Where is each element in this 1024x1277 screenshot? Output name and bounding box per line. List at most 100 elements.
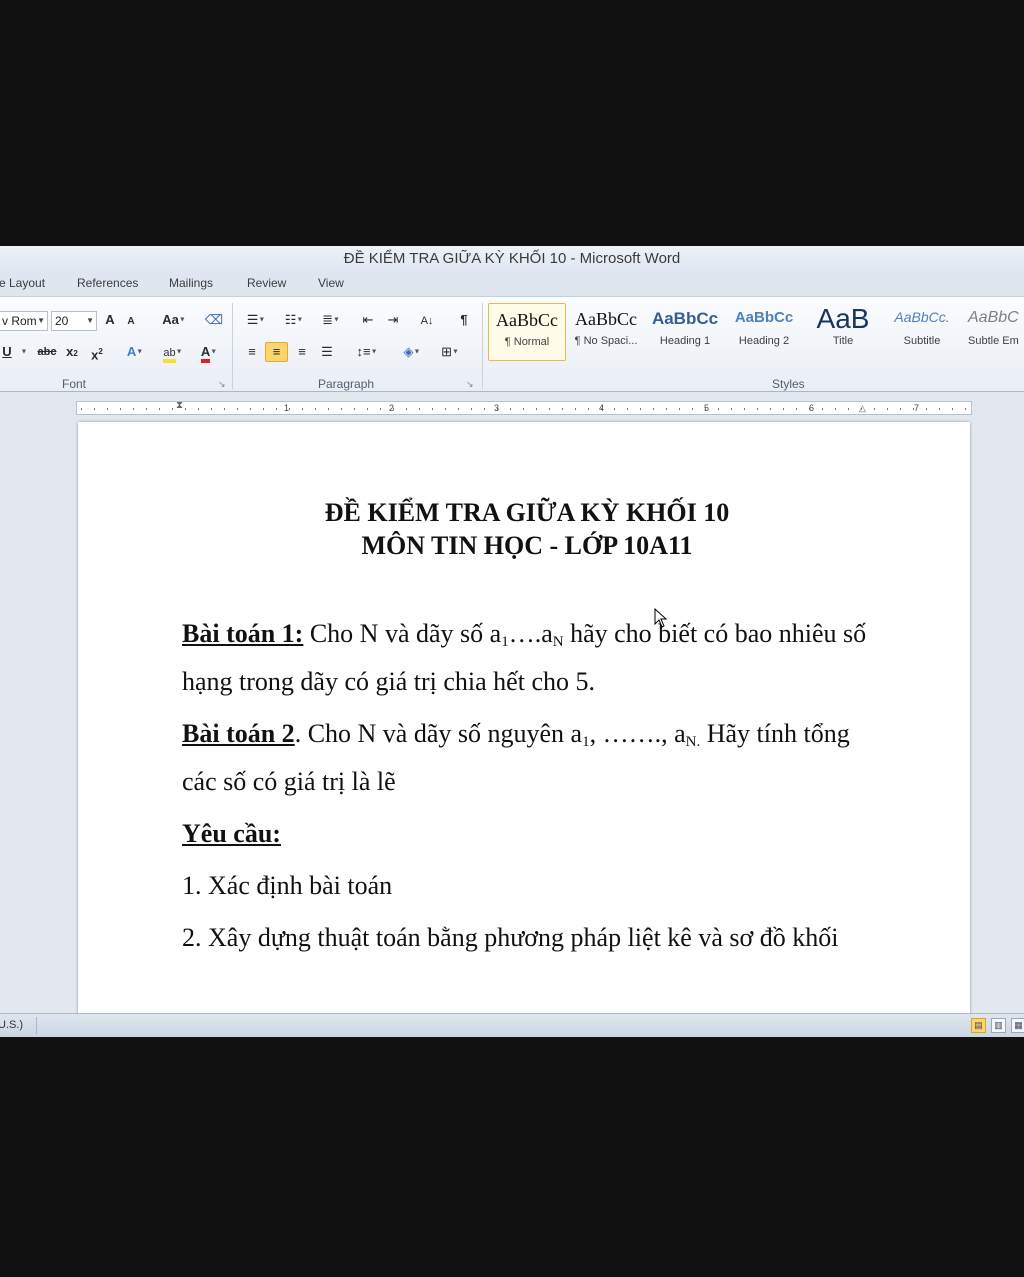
- bullets-button[interactable]: ☰▼: [240, 311, 272, 331]
- ruler-tick: [94, 408, 95, 410]
- line-spacing-icon: ↕≡: [356, 344, 371, 359]
- ruler-tick: [432, 408, 433, 410]
- status-divider: [36, 1017, 37, 1034]
- document-page[interactable]: ĐỀ KIỂM TRA GIỮA KỲ KHỐI 10 MÔN TIN HỌC …: [78, 422, 970, 1022]
- problem-2-paragraph: Bài toán 2. Cho N và dãy số nguyên a1, ……: [182, 719, 850, 796]
- font-color-button[interactable]: A▼: [194, 343, 224, 363]
- subscript-button[interactable]: x2: [63, 343, 81, 363]
- ruler-tick: [146, 408, 147, 410]
- requirements-heading: Yêu cầu:: [182, 819, 281, 848]
- style-heading-1[interactable]: AaBbCc Heading 1: [646, 303, 724, 361]
- tab-mailings[interactable]: Mailings: [169, 276, 213, 290]
- ruler-tick: [211, 408, 212, 410]
- tab-page-layout[interactable]: e Layout: [0, 276, 45, 290]
- doc-title-line-2: MÔN TIN HỌC - LỚP 10A11: [361, 531, 693, 560]
- borders-button[interactable]: ⊞▼: [434, 343, 466, 363]
- shading-button[interactable]: ◈▼: [396, 343, 428, 363]
- style-subtitle[interactable]: AaBbCc. Subtitle: [883, 303, 961, 361]
- font-size-value: 20: [55, 314, 69, 328]
- styles-group-label: Styles: [772, 377, 805, 391]
- numbering-button[interactable]: ☷▼: [278, 311, 310, 331]
- ruler-tick: [510, 408, 511, 410]
- ruler-tick: [315, 408, 316, 410]
- print-layout-view-icon[interactable]: ▤: [971, 1018, 986, 1033]
- ruler-tick: [81, 408, 82, 410]
- align-left-icon: ≡: [248, 344, 256, 359]
- style-normal[interactable]: AaBbCc ¶ Normal: [488, 303, 566, 361]
- tab-review[interactable]: Review: [247, 276, 286, 290]
- clear-format-icon[interactable]: ⌫: [204, 311, 224, 331]
- font-name-combo[interactable]: v Rom ▼: [0, 311, 48, 331]
- ruler-tick: [458, 408, 459, 410]
- tab-view[interactable]: View: [318, 276, 344, 290]
- superscript-button[interactable]: x2: [88, 343, 106, 363]
- align-right-button[interactable]: ≡: [292, 343, 312, 363]
- problem-1-label: Bài toán 1:: [182, 619, 304, 648]
- indent-marker-icon[interactable]: ⧗: [176, 400, 183, 411]
- web-layout-view-icon[interactable]: ▦: [1011, 1018, 1024, 1033]
- ruler-tick: [341, 408, 342, 410]
- justify-button[interactable]: ☰: [317, 343, 337, 363]
- grow-font-button[interactable]: A: [102, 311, 118, 331]
- ruler-tick: [419, 408, 420, 410]
- ruler-number: 5: [704, 403, 710, 413]
- ruler-number: 4: [599, 403, 605, 413]
- ruler-tick: [588, 408, 589, 410]
- multilevel-list-button[interactable]: ≣▼: [316, 311, 346, 331]
- highlight-color-button[interactable]: ab▼: [156, 343, 190, 363]
- sort-icon: A↓: [420, 315, 434, 327]
- ruler-tick: [536, 408, 537, 410]
- group-divider: [482, 303, 483, 389]
- ruler-tick: [939, 408, 940, 410]
- ruler-tick: [822, 408, 823, 410]
- ruler-tick: [627, 408, 628, 410]
- align-center-button[interactable]: ≡: [265, 342, 288, 362]
- shrink-font-button[interactable]: A: [124, 313, 138, 333]
- ruler-number: 2: [389, 403, 395, 413]
- ruler-tick: [523, 408, 524, 410]
- sort-button[interactable]: A↓: [416, 311, 438, 331]
- change-case-button[interactable]: Aa▼: [160, 311, 188, 331]
- style-no-spacing[interactable]: AaBbCc ¶ No Spaci...: [567, 303, 645, 361]
- right-indent-marker-icon[interactable]: △: [859, 403, 866, 414]
- ruler-tick: [120, 408, 121, 410]
- chevron-down-icon: ▼: [86, 316, 94, 325]
- justify-icon: ☰: [321, 344, 333, 359]
- ruler-tick: [848, 408, 849, 410]
- ruler-tick: [198, 408, 199, 410]
- numbered-list-icon: ☷: [284, 312, 297, 327]
- show-formatting-button[interactable]: ¶: [454, 311, 474, 331]
- strikethrough-button[interactable]: abc: [36, 343, 58, 363]
- font-group-label: Font: [62, 377, 87, 391]
- ruler-tick: [549, 408, 550, 410]
- full-screen-reading-view-icon[interactable]: ▥: [991, 1018, 1006, 1033]
- ruler-tick: [237, 408, 238, 410]
- chevron-down-icon[interactable]: ▼: [19, 343, 29, 363]
- text-effects-button[interactable]: A▼: [122, 343, 148, 363]
- font-dialog-launcher-icon[interactable]: ↘: [218, 379, 226, 390]
- tab-references[interactable]: References: [77, 276, 138, 290]
- ruler-tick: [289, 408, 290, 410]
- ruler-tick: [367, 408, 368, 410]
- ruler-tick: [666, 408, 667, 410]
- style-subtle-emphasis[interactable]: AaBbC Subtle Em: [962, 303, 1024, 361]
- language-status[interactable]: U.S.): [0, 1019, 23, 1031]
- style-title[interactable]: AaB Title: [804, 303, 882, 361]
- ruler-tick: [692, 408, 693, 410]
- problem-2-label: Bài toán 2: [182, 719, 295, 748]
- font-size-combo[interactable]: 20 ▼: [51, 311, 97, 331]
- ruler-tick: [640, 408, 641, 410]
- ruler-tick: [107, 408, 108, 410]
- line-spacing-button[interactable]: ↕≡▼: [352, 343, 382, 363]
- decrease-indent-button[interactable]: ⇤: [358, 311, 378, 331]
- ruler-tick: [783, 408, 784, 410]
- horizontal-ruler[interactable]: 1 2 3 4 5 6 7 ⧗ △: [76, 400, 972, 415]
- align-left-button[interactable]: ≡: [242, 343, 262, 363]
- underline-button[interactable]: U: [0, 343, 14, 363]
- ruler-tick: [445, 408, 446, 410]
- window-title: ĐỀ KIỂM TRA GIỮA KỲ KHỐI 10 - Microsoft …: [0, 246, 1024, 272]
- paragraph-dialog-launcher-icon[interactable]: ↘: [466, 379, 474, 390]
- increase-indent-button[interactable]: ⇥: [383, 311, 403, 331]
- ruler-tick: [159, 408, 160, 410]
- style-heading-2[interactable]: AaBbCc Heading 2: [725, 303, 803, 361]
